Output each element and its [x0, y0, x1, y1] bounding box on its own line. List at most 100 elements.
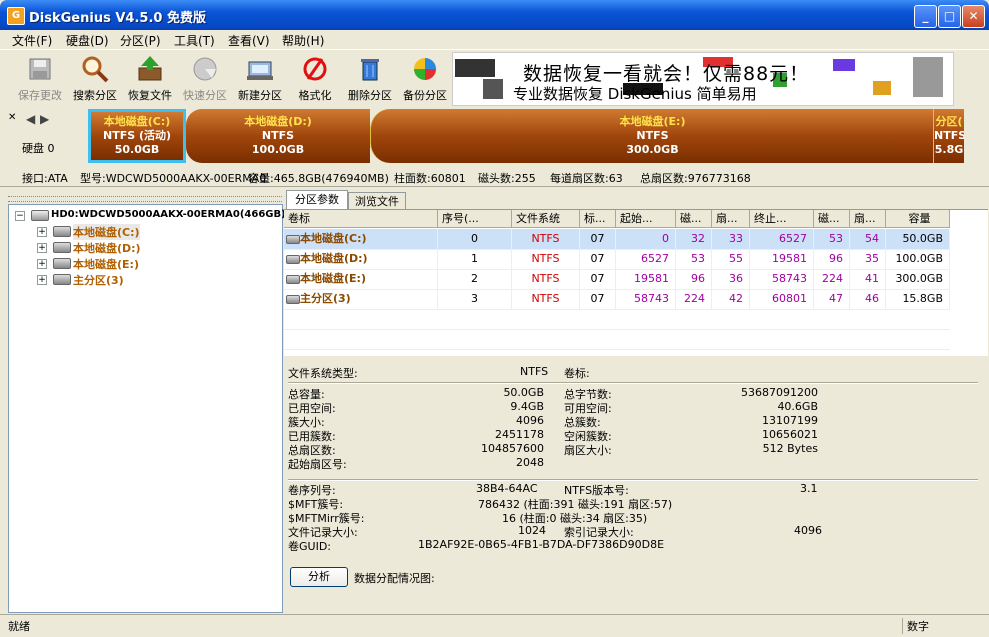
- table-cell: 2: [438, 269, 512, 289]
- delete-icon: [361, 59, 379, 81]
- table-cell: 0: [438, 229, 512, 249]
- maximize-button[interactable]: □: [938, 5, 961, 28]
- banner-headline: 数据恢复一看就会！仅需88元！: [523, 63, 810, 85]
- minimize-button[interactable]: _: [914, 5, 937, 28]
- disk-tree-pane[interactable]: − HD0:WDCWD5000AAKX-00ERMA0(466GB) + 本地磁…: [8, 204, 286, 613]
- new-partition-button[interactable]: 新建分区: [234, 52, 286, 104]
- delete-partition-button[interactable]: 删除分区: [344, 52, 396, 104]
- table-row[interactable]: 本地磁盘(D:) 1 NTFS 07 6527 53 55 19581 96 35 100.0GB: [284, 249, 950, 270]
- col-header-id[interactable]: 标...: [580, 210, 616, 228]
- backup-icon: [414, 58, 436, 80]
- col-header-start-head[interactable]: 磁...: [676, 210, 712, 228]
- quick-partition-button[interactable]: 快速分区: [179, 52, 231, 104]
- table-cell: 54: [850, 229, 886, 249]
- col-header-start-sector[interactable]: 扇...: [712, 210, 750, 228]
- expand-toggle-icon[interactable]: +: [37, 227, 47, 237]
- menu-bar: 文件(F) 硬盘(D) 分区(P) 工具(T) 查看(V) 帮助(H): [0, 30, 989, 49]
- table-cell: 96: [814, 249, 850, 269]
- partition-drive-icon: [53, 226, 71, 237]
- partition-detail-pane: 分区参数 浏览文件 卷标 序号(... 文件系统 标... 起始... 磁...…: [284, 189, 988, 614]
- col-header-end-cyl[interactable]: 终止...: [750, 210, 814, 228]
- collapse-toggle-icon[interactable]: −: [15, 211, 25, 221]
- backup-partition-button[interactable]: 备份分区: [399, 52, 451, 104]
- col-header-end-head[interactable]: 磁...: [814, 210, 850, 228]
- disk-label: 硬盘 0: [22, 142, 55, 155]
- window-title: DiskGenius V4.5.0 免费版: [29, 11, 206, 26]
- expand-toggle-icon[interactable]: +: [37, 275, 47, 285]
- tab-partition-params[interactable]: 分区参数: [286, 190, 348, 210]
- status-bar: 就绪 数字: [0, 614, 989, 637]
- partition-drive-icon: [53, 274, 71, 285]
- menu-view[interactable]: 查看(V): [228, 32, 270, 49]
- format-button[interactable]: 格式化: [289, 52, 341, 104]
- col-header-capacity[interactable]: 容量: [886, 210, 950, 228]
- search-partition-button[interactable]: 搜索分区: [69, 52, 121, 104]
- table-cell: 35: [850, 249, 886, 269]
- partition-info-panel: 文件系统类型: NTFS 卷标: 总容量: 50.0GB 已用空间: 9.4GB 簇大小…: [284, 359, 988, 609]
- table-cell: 07: [580, 269, 616, 289]
- col-header-end-sector[interactable]: 扇...: [850, 210, 886, 228]
- partition-drive-icon: [53, 258, 71, 269]
- tab-browse-files[interactable]: 浏览文件: [348, 192, 406, 210]
- detail-value: 4096: [516, 414, 544, 427]
- divider: [288, 479, 978, 481]
- expand-toggle-icon[interactable]: +: [37, 259, 47, 269]
- table-cell: 96: [676, 269, 712, 289]
- advertisement-banner[interactable]: 数据恢复一看就会！仅需88元！ 专业数据恢复 DiskGenius 简单易用: [452, 52, 954, 106]
- collapse-icon[interactable]: ✕: [8, 112, 16, 123]
- restore-files-button[interactable]: 恢复文件: [124, 52, 176, 104]
- disk-info-bar: 接口:ATA 型号:WDCWD5000AAKX-00ERMA0 容量:465.8…: [22, 172, 751, 185]
- detail-value: 40.6GB: [777, 400, 818, 413]
- col-header-fs[interactable]: 文件系统: [512, 210, 580, 228]
- table-cell: 42: [712, 289, 750, 309]
- menu-disk[interactable]: 硬盘(D): [66, 32, 109, 49]
- table-cell: 36: [712, 269, 750, 289]
- table-cell: 46: [850, 289, 886, 309]
- title-bar: G DiskGenius V4.5.0 免费版 _ □ ✕: [0, 0, 989, 30]
- detail-value: 10656021: [762, 428, 818, 441]
- partition-4-block[interactable]: 分区( NTFS 5.8G: [933, 109, 964, 163]
- table-cell: 19581: [750, 249, 814, 269]
- next-disk-icon[interactable]: ▶: [40, 112, 49, 126]
- menu-help[interactable]: 帮助(H): [282, 32, 324, 49]
- partition-e-block[interactable]: 本地磁盘(E:) NTFS 300.0GB: [370, 109, 934, 163]
- prev-disk-icon[interactable]: ◀: [26, 112, 35, 126]
- table-cell: 100.0GB: [886, 249, 950, 269]
- close-button[interactable]: ✕: [962, 5, 985, 28]
- menu-tools[interactable]: 工具(T): [174, 32, 215, 49]
- menu-partition[interactable]: 分区(P): [120, 32, 161, 49]
- partition-d-block[interactable]: 本地磁盘(D:) NTFS 100.0GB: [186, 109, 370, 163]
- table-row[interactable]: 本地磁盘(C:) 0 NTFS 07 0 32 33 6527 53 54 50.0GB: [284, 229, 950, 250]
- detail-value: 50.0GB: [503, 386, 544, 399]
- toolbar: 保存更改 搜索分区 恢复文件 快速分区 新建分区 格式化 删除分区 备份分区 数…: [0, 49, 989, 108]
- table-cell: 50.0GB: [886, 229, 950, 249]
- table-row[interactable]: 本地磁盘(E:) 2 NTFS 07 19581 96 36 58743 224 41 300.0G…: [284, 269, 950, 290]
- detail-value: 9.4GB: [510, 400, 544, 413]
- new-partition-icon: [247, 61, 273, 80]
- format-icon: [303, 57, 327, 81]
- table-cell: NTFS: [512, 229, 580, 249]
- menu-file[interactable]: 文件(F): [12, 32, 52, 49]
- partition-c-block[interactable]: 本地磁盘(C:) NTFS (活动) 50.0GB: [88, 109, 186, 163]
- col-header-start-cyl[interactable]: 起始...: [616, 210, 676, 228]
- table-cell: 53: [814, 229, 850, 249]
- detail-label: 扇区大小:: [564, 444, 612, 457]
- restore-icon: [138, 56, 162, 81]
- expand-toggle-icon[interactable]: +: [37, 243, 47, 253]
- table-cell: 07: [580, 289, 616, 309]
- col-header-index[interactable]: 序号(...: [438, 210, 512, 228]
- detail-value: 512 Bytes: [762, 442, 818, 455]
- divider: [288, 382, 978, 384]
- table-row[interactable]: 主分区(3) 3 NTFS 07 58743 224 42 60801 47 46 15.8GB: [284, 289, 950, 310]
- col-header-label[interactable]: 卷标: [284, 210, 438, 228]
- banner-subline: 专业数据恢复 DiskGenius 简单易用: [513, 85, 757, 103]
- table-cell: 55: [712, 249, 750, 269]
- table-cell: 1: [438, 249, 512, 269]
- table-cell: NTFS: [512, 269, 580, 289]
- detail-value: 53687091200: [741, 386, 818, 399]
- pane-splitter[interactable]: [8, 196, 282, 202]
- analyze-button[interactable]: 分析: [290, 567, 348, 587]
- disk-map: ✕ ◀ ▶ 硬盘 0 本地磁盘(C:) NTFS (活动) 50.0GB 本地磁…: [0, 106, 989, 168]
- save-changes-button[interactable]: 保存更改: [14, 52, 66, 104]
- table-cell: 58743: [750, 269, 814, 289]
